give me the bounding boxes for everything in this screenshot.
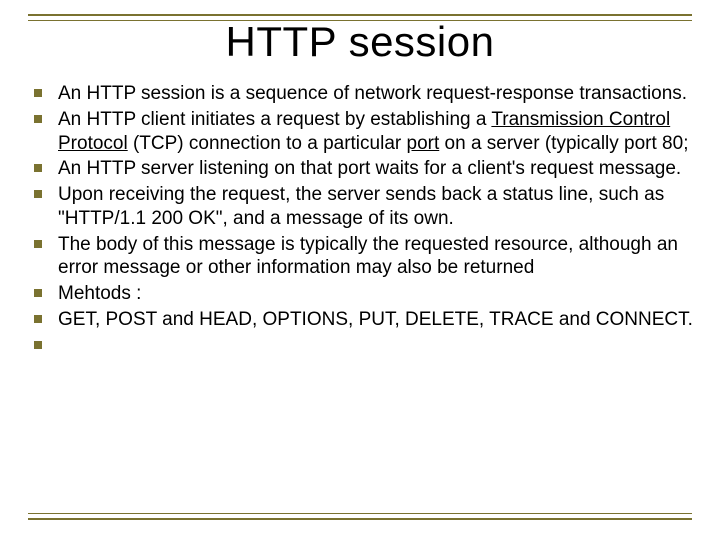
bullet-item: The body of this message is typically th… [30,233,696,281]
bullet-text: Mehtods : [58,283,141,304]
bullet-item: Upon receiving the request, the server s… [30,183,696,231]
bottom-rule-thick [28,518,692,520]
bottom-rule-thin [28,513,692,514]
bullet-item: GET, POST and HEAD, OPTIONS, PUT, DELETE… [30,308,696,332]
bullet-item: An HTTP session is a sequence of network… [30,82,696,106]
slide: HTTP session An HTTP session is a sequen… [0,0,720,540]
bullet-item: Mehtods : [30,282,696,306]
bullet-text: The body of this message is typically th… [58,234,678,279]
bullet-item: An HTTP server listening on that port wa… [30,157,696,181]
bullet-text: An HTTP session is a sequence of network… [58,83,687,104]
bullet-text: Upon receiving the request, the server s… [58,184,664,229]
bullet-list: An HTTP session is a sequence of network… [30,82,696,354]
bullet-text: An HTTP server listening on that port wa… [58,158,681,179]
bullet-text: on a server (typically port 80; [439,133,688,154]
bullet-item: An HTTP client initiates a request by es… [30,108,696,156]
bullet-text: GET, POST and HEAD, OPTIONS, PUT, DELETE… [58,309,693,330]
bullet-text: (TCP) connection to a particular [128,133,407,154]
top-rule-thick [28,14,692,16]
bullet-item [30,334,696,354]
slide-title: HTTP session [0,18,720,66]
bullet-text: An HTTP client initiates a request by es… [58,109,491,130]
hyperlink[interactable]: port [407,133,440,154]
slide-body: An HTTP session is a sequence of network… [30,82,696,356]
